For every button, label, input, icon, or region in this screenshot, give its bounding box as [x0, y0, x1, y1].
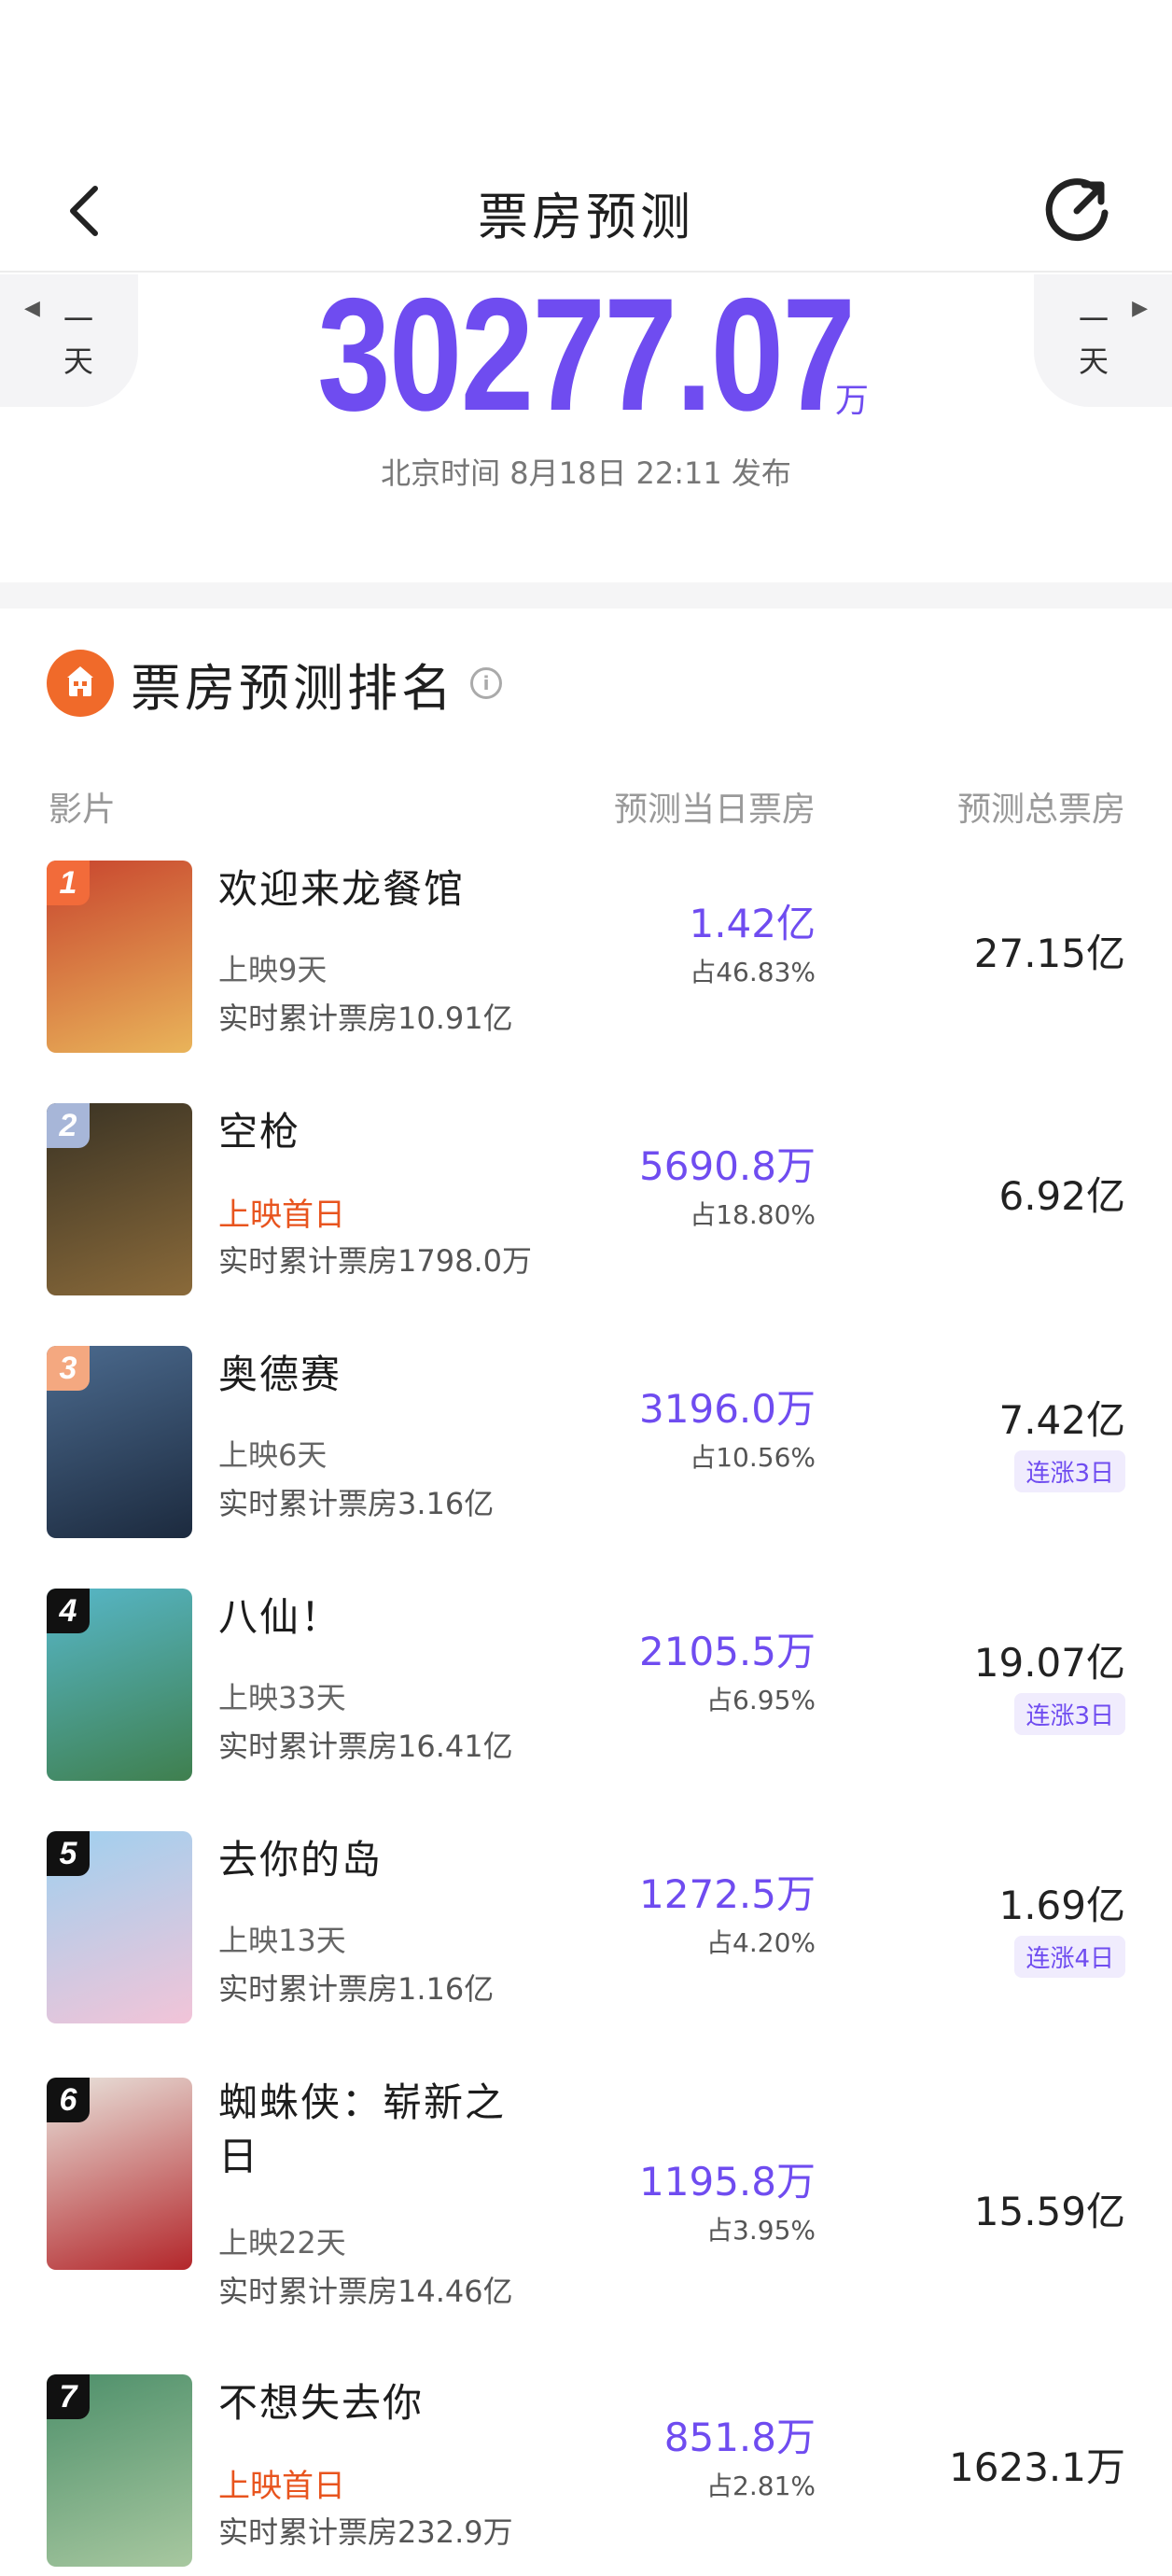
today-share: 占10.56% [690, 1442, 816, 1473]
today-share: 占6.95% [706, 1685, 816, 1715]
status-bar-space [0, 0, 1172, 149]
total-forecast: 1623.1万 [949, 2444, 1125, 2490]
total-forecast-value: 30277.07 [317, 265, 856, 444]
total-forecast: 27.15亿 [973, 931, 1125, 976]
rank-badge: 4 [47, 1589, 90, 1633]
cumulative-box-office: 实时累计票房10.91亿 [218, 1001, 513, 1036]
column-header-film: 影片 [49, 791, 117, 829]
today-share: 占3.95% [706, 2215, 816, 2246]
movie-poster[interactable]: 7 [47, 2374, 192, 2567]
ranking-header: 票房预测排名 i [47, 646, 502, 721]
rank-badge: 7 [47, 2374, 90, 2419]
column-header-total: 预测总票房 [956, 791, 1125, 829]
cumulative-box-office: 实时累计票房232.9万 [218, 2514, 513, 2550]
today-forecast: 3196.0万 [639, 1386, 816, 1432]
movie-poster[interactable]: 6 [47, 2078, 192, 2270]
streak-badge: 连涨3日 [1014, 1450, 1125, 1492]
release-days: 上映首日 [218, 2468, 345, 2505]
table-row[interactable]: 2 空枪 上映首日 实时累计票房1798.0万 5690.8万 占18.80% … [0, 1099, 1172, 1323]
release-days: 上映首日 [218, 1197, 345, 1234]
cumulative-box-office: 实时累计票房3.16亿 [218, 1486, 495, 1521]
rank-badge: 6 [47, 2078, 90, 2122]
today-forecast: 1.42亿 [689, 901, 816, 946]
table-row[interactable]: 3 奥德赛 上映6天 实时累计票房3.16亿 3196.0万 占10.56% 7… [0, 1342, 1172, 1566]
movie-poster[interactable]: 5 [47, 1831, 192, 2023]
rank-badge: 5 [47, 1831, 90, 1876]
cumulative-box-office: 实时累计票房14.46亿 [218, 2274, 513, 2309]
release-days: 上映9天 [218, 952, 328, 987]
today-share: 占4.20% [706, 1927, 816, 1958]
streak-badge: 连涨3日 [1014, 1693, 1125, 1735]
today-forecast: 1272.5万 [639, 1871, 816, 1917]
today-forecast: 5690.8万 [639, 1143, 816, 1189]
section-divider [0, 582, 1172, 609]
refresh-icon[interactable] [1039, 172, 1116, 248]
film-name[interactable]: 空枪 [218, 1105, 536, 1159]
top-bar: 票房预测 [0, 149, 1172, 273]
movie-poster[interactable]: 3 [47, 1346, 192, 1538]
cumulative-box-office: 实时累计票房1.16亿 [218, 1971, 495, 2007]
publish-info: 北京时间 8月18日 22:11 发布 [381, 455, 791, 491]
table-row[interactable]: 4 八仙！ 上映33天 实时累计票房16.41亿 2105.5万 占6.95% … [0, 1585, 1172, 1809]
table-row[interactable]: 6 蜘蛛侠：崭新之日 上映22天 实时累计票房14.46亿 1195.8万 占3… [0, 2070, 1172, 2350]
movie-poster[interactable]: 4 [47, 1589, 192, 1781]
film-name[interactable]: 不想失去你 [218, 2376, 536, 2430]
today-forecast: 2105.5万 [639, 1629, 816, 1674]
rank-badge: 3 [47, 1346, 90, 1391]
release-days: 上映6天 [218, 1437, 328, 1473]
film-name[interactable]: 奥德赛 [218, 1348, 536, 1402]
film-name[interactable]: 去你的岛 [218, 1833, 536, 1887]
total-forecast: 6.92亿 [998, 1173, 1125, 1219]
release-days: 上映33天 [218, 1680, 346, 1715]
total-forecast: 1.69亿 [998, 1883, 1125, 1928]
total-forecast: 19.07亿 [973, 1640, 1125, 1686]
info-icon[interactable]: i [470, 667, 502, 699]
release-days: 上映13天 [218, 1923, 346, 1958]
film-name[interactable]: 八仙！ [218, 1590, 536, 1645]
rank-badge: 2 [47, 1103, 90, 1148]
rank-badge: 1 [47, 861, 90, 905]
total-forecast: 7.42亿 [998, 1397, 1125, 1443]
movie-poster[interactable]: 1 [47, 861, 192, 1053]
table-row[interactable]: 5 去你的岛 上映13天 实时累计票房1.16亿 1272.5万 占4.20% … [0, 1827, 1172, 2051]
column-header-today: 预测当日票房 [613, 791, 816, 829]
film-name[interactable]: 欢迎来龙餐馆 [218, 862, 536, 917]
film-name[interactable]: 蜘蛛侠：崭新之日 [218, 2076, 536, 2184]
today-share: 占2.81% [706, 2471, 816, 2501]
total-forecast: 30277.07 万 [0, 271, 1172, 439]
today-forecast: 1195.8万 [639, 2159, 816, 2205]
table-row[interactable]: 7 不想失去你 上映首日 实时累计票房232.9万 851.8万 占2.81% … [0, 2371, 1172, 2576]
cumulative-box-office: 实时累计票房1798.0万 [218, 1243, 532, 1279]
release-days: 上映22天 [218, 2225, 346, 2261]
cumulative-box-office: 实时累计票房16.41亿 [218, 1729, 513, 1764]
total-forecast: 15.59亿 [973, 2189, 1125, 2234]
page-title: 票房预测 [478, 188, 694, 246]
today-share: 占46.83% [690, 957, 816, 987]
streak-badge: 连涨4日 [1014, 1936, 1125, 1978]
ranking-logo-icon [47, 650, 114, 717]
total-forecast-unit: 万 [835, 382, 870, 420]
ranking-title: 票房预测排名 [131, 658, 455, 718]
today-share: 占18.80% [690, 1199, 816, 1230]
today-forecast: 851.8万 [663, 2415, 816, 2460]
table-row[interactable]: 1 欢迎来龙餐馆 上映9天 实时累计票房10.91亿 1.42亿 占46.83%… [0, 857, 1172, 1081]
movie-poster[interactable]: 2 [47, 1103, 192, 1295]
